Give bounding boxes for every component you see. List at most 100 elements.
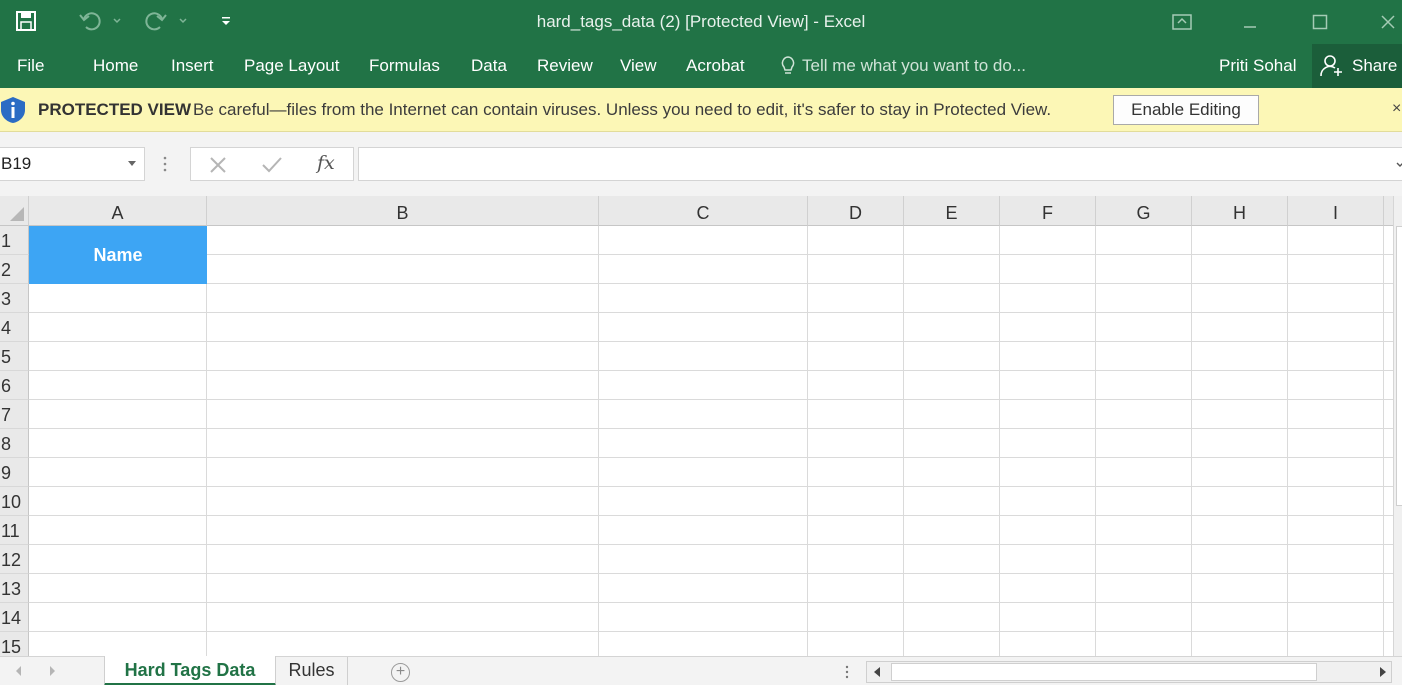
gridline: [29, 399, 1393, 400]
add-sheet-icon[interactable]: +: [391, 663, 410, 682]
confirm-entry-icon[interactable]: [261, 156, 283, 174]
horizontal-scroll-thumb[interactable]: [891, 663, 1317, 681]
ribbon-display-options-icon[interactable]: [1162, 8, 1202, 36]
formula-expand-icon[interactable]: [1396, 160, 1402, 170]
name-box[interactable]: B19: [0, 147, 145, 181]
gridline: [29, 515, 1393, 516]
gridline: [29, 283, 1393, 284]
gridline: [1383, 226, 1384, 656]
share-label: Share: [1352, 56, 1398, 75]
formula-bar-area: B19 fx: [0, 132, 1402, 196]
column-header-e[interactable]: E: [904, 196, 1000, 226]
scroll-left-icon[interactable]: [873, 667, 881, 677]
gridline: [29, 544, 1393, 545]
cell-area[interactable]: [29, 226, 1393, 656]
gridline: [1287, 226, 1288, 656]
sheet-tab-hard-tags-data[interactable]: Hard Tags Data: [104, 656, 276, 685]
row-header-3[interactable]: 3: [0, 284, 29, 313]
row-header-5[interactable]: 5: [0, 342, 29, 371]
lightbulb-icon: [781, 56, 795, 74]
sheet-scroll-left-icon[interactable]: [16, 666, 21, 676]
gridline: [598, 226, 599, 656]
select-all-corner[interactable]: [0, 196, 29, 226]
column-header-c[interactable]: C: [599, 196, 808, 226]
column-header-i[interactable]: I: [1288, 196, 1384, 226]
worksheet-grid[interactable]: A B C D E F G H I 1 2 3 4 5 6 7 8 9 10 1…: [0, 196, 1402, 656]
user-name[interactable]: Priti Sohal: [1219, 54, 1296, 78]
maximize-icon[interactable]: [1300, 8, 1340, 36]
row-header-6[interactable]: 6: [0, 371, 29, 400]
share-button[interactable]: Share: [1312, 44, 1402, 88]
tab-split-handle-icon[interactable]: [845, 664, 849, 680]
row-header-2[interactable]: 2: [0, 255, 29, 284]
info-shield-icon: [1, 97, 25, 123]
row-header-4[interactable]: 4: [0, 313, 29, 342]
gridline: [903, 226, 904, 656]
sheet-scroll-right-icon[interactable]: [50, 666, 55, 676]
column-header-b[interactable]: B: [207, 196, 599, 226]
row-header-13[interactable]: 13: [0, 574, 29, 603]
formula-input[interactable]: [358, 147, 1402, 181]
cancel-entry-icon[interactable]: [209, 156, 227, 174]
minimize-icon[interactable]: [1230, 8, 1270, 36]
ribbon-tabs: File Home Insert Page Layout Formulas Da…: [0, 44, 1402, 88]
row-header-8[interactable]: 8: [0, 429, 29, 458]
row-header-9[interactable]: 9: [0, 458, 29, 487]
tell-me-placeholder: Tell me what you want to do...: [802, 56, 1026, 75]
gridline: [1095, 226, 1096, 656]
gridline: [29, 457, 1393, 458]
column-header-partial[interactable]: [1384, 196, 1393, 226]
vertical-scroll-thumb[interactable]: [1396, 226, 1402, 506]
gridline: [29, 428, 1393, 429]
protected-view-bar: PROTECTED VIEW Be careful—files from the…: [0, 88, 1402, 132]
vertical-scrollbar[interactable]: [1393, 196, 1402, 656]
tab-home[interactable]: Home: [93, 54, 138, 78]
tab-view[interactable]: View: [620, 54, 657, 78]
tab-file[interactable]: File: [17, 54, 44, 78]
tab-acrobat[interactable]: Acrobat: [686, 54, 745, 78]
column-header-a[interactable]: A: [29, 196, 207, 226]
gridline: [29, 486, 1393, 487]
row-header-7[interactable]: 7: [0, 400, 29, 429]
protected-view-message: Be careful—files from the Internet can c…: [193, 100, 1052, 119]
close-icon[interactable]: [1368, 8, 1402, 36]
column-header-f[interactable]: F: [1000, 196, 1096, 226]
row-header-15[interactable]: 15: [0, 632, 29, 656]
row-header-10[interactable]: 10: [0, 487, 29, 516]
sheet-tab-rules[interactable]: Rules: [276, 657, 348, 685]
tab-formulas[interactable]: Formulas: [369, 54, 440, 78]
tell-me-search[interactable]: Tell me what you want to do...: [780, 54, 1026, 78]
gridline: [29, 370, 1393, 371]
protected-view-close-icon[interactable]: ×: [1392, 100, 1401, 118]
gridline: [29, 312, 1393, 313]
name-box-dropdown-icon[interactable]: [128, 161, 136, 166]
enable-editing-button[interactable]: Enable Editing: [1113, 95, 1259, 125]
row-header-14[interactable]: 14: [0, 603, 29, 632]
gridline: [1191, 226, 1192, 656]
column-header-d[interactable]: D: [808, 196, 904, 226]
scroll-right-icon[interactable]: [1379, 667, 1387, 677]
column-header-h[interactable]: H: [1192, 196, 1288, 226]
formula-bar-resize-icon[interactable]: [162, 154, 168, 174]
row-header-1[interactable]: 1: [0, 226, 29, 255]
insert-function-icon[interactable]: fx: [317, 152, 335, 174]
gridline: [29, 341, 1393, 342]
row-header-11[interactable]: 11: [0, 516, 29, 545]
share-person-icon: [1320, 55, 1342, 77]
gridline: [807, 226, 808, 656]
row-header-12[interactable]: 12: [0, 545, 29, 574]
tab-insert[interactable]: Insert: [171, 54, 214, 78]
column-header-g[interactable]: G: [1096, 196, 1192, 226]
gridline: [29, 631, 1393, 632]
cell-a1-name-header[interactable]: Name: [29, 226, 207, 284]
horizontal-scrollbar[interactable]: [866, 661, 1392, 683]
sheet-tab-bar: Hard Tags Data Rules +: [0, 656, 1402, 685]
tab-data[interactable]: Data: [471, 54, 507, 78]
tab-page-layout[interactable]: Page Layout: [244, 54, 339, 78]
protected-view-label: PROTECTED VIEW: [38, 100, 192, 119]
gridline: [29, 573, 1393, 574]
name-box-value: B19: [1, 154, 32, 173]
gridline: [29, 254, 1393, 255]
formula-buttons: fx: [190, 147, 354, 181]
tab-review[interactable]: Review: [537, 54, 593, 78]
